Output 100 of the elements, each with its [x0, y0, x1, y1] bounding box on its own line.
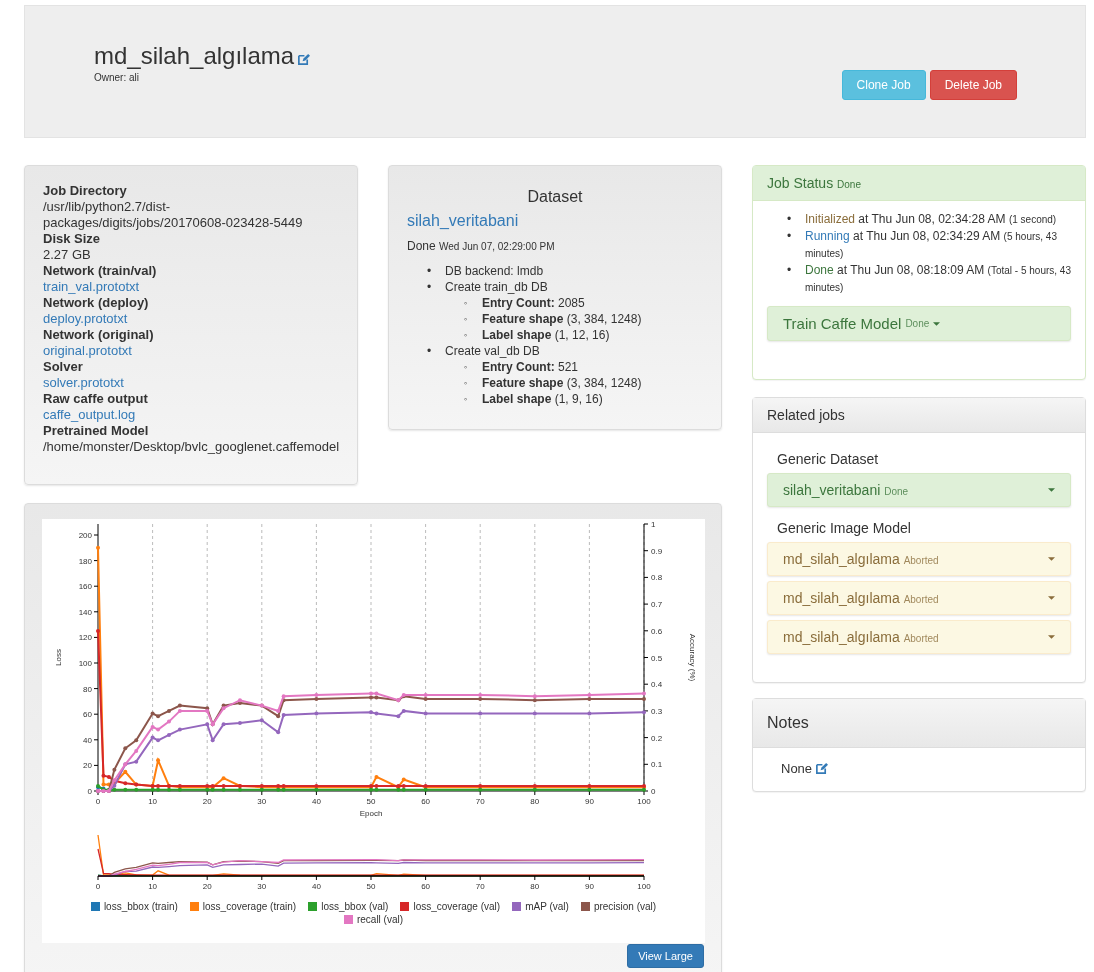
- job-dropdown[interactable]: silah_veritabani Done: [767, 473, 1071, 507]
- dataset-info: Entry Count: 521: [482, 359, 578, 375]
- detail-label: Solver: [43, 359, 84, 375]
- detail-value: /usr/lib/python2.7/dist-packages/digits/jobs/20170608-023428-5449: [43, 199, 304, 231]
- detail-value: 2.27 GB: [43, 247, 92, 263]
- tick-label: 140: [78, 607, 92, 617]
- bullet: ◦: [464, 361, 469, 374]
- tick-label: 80: [83, 684, 92, 694]
- tick-label: 0: [87, 787, 92, 796]
- bullet: •: [427, 279, 433, 295]
- edit-icon[interactable]: [297, 52, 311, 66]
- legend-label[interactable]: precision (val): [593, 901, 657, 912]
- tick-label: 70: [475, 797, 485, 806]
- dataset-heading: Dataset: [526, 188, 584, 206]
- legend-swatch: [189, 902, 199, 911]
- legend-swatch: [90, 902, 100, 911]
- job-dropdown[interactable]: md_silah_algılama Aborted: [767, 620, 1071, 654]
- tick-label: 20: [202, 797, 212, 806]
- tick-label: 30: [257, 797, 267, 806]
- caret-icon: [1048, 557, 1055, 561]
- legend-label[interactable]: recall (val): [356, 914, 404, 925]
- tick-label: 0.6: [651, 626, 663, 636]
- tick-label: 100: [78, 659, 92, 668]
- tick-label: 20: [202, 882, 212, 891]
- tick-label: 60: [83, 710, 92, 720]
- tick-label: 10: [148, 797, 158, 806]
- status-event: Initialized at Thu Jun 08, 02:34:28 AM (1 second): [805, 211, 1057, 228]
- tick-label: 40: [311, 797, 321, 806]
- caret-icon: [1048, 596, 1055, 600]
- detail-label: Pretrained Model: [43, 423, 150, 439]
- tick-label: 0.9: [651, 546, 663, 556]
- tick-label: 70: [475, 882, 485, 891]
- tick-label: 60: [421, 797, 431, 806]
- y-axis-title: Loss: [54, 649, 63, 666]
- legend-label[interactable]: loss_bbox (val): [321, 901, 389, 912]
- legend-swatch: [343, 915, 353, 924]
- owner-label: Owner: ali: [94, 72, 140, 83]
- file-link[interactable]: deploy.prototxt: [43, 311, 128, 326]
- tick-label: 50: [366, 797, 376, 806]
- view-large-button[interactable]: View Large: [627, 944, 704, 968]
- dataset-info: Create val_db DB: [445, 343, 540, 359]
- file-link[interactable]: caffe_output.log: [43, 407, 136, 422]
- tick-label: 0.8: [651, 573, 663, 583]
- caret-icon: [1048, 488, 1055, 492]
- panel-title: Job Status: [767, 175, 834, 191]
- legend-swatch: [580, 902, 590, 911]
- bullet: •: [787, 262, 793, 279]
- bullet: ◦: [464, 313, 469, 326]
- tick-label: 120: [78, 633, 92, 643]
- tick-label: 0.7: [651, 600, 663, 610]
- dataset-time: Wed Jun 07, 02:29:00 PM: [439, 241, 555, 252]
- legend-label[interactable]: loss_bbox (train): [103, 901, 178, 912]
- tick-label: 0: [95, 797, 101, 806]
- legend-label[interactable]: loss_coverage (val): [413, 901, 501, 912]
- tick-label: 0: [651, 787, 656, 796]
- tick-label: 0.3: [651, 706, 663, 716]
- group-heading: Generic Dataset: [776, 450, 880, 469]
- legend-label[interactable]: loss_coverage (train): [202, 901, 297, 912]
- dataset-info: DB backend: lmdb: [445, 263, 544, 279]
- tick-label: 0: [95, 882, 101, 891]
- tick-label: 30: [257, 882, 267, 891]
- legend-label[interactable]: mAP (val): [525, 901, 569, 912]
- task-dropdown[interactable]: Train Caffe Model Done: [767, 306, 1071, 341]
- bullet: ◦: [464, 393, 469, 406]
- detail-label: Disk Size: [43, 231, 102, 247]
- y2-axis-title: Accuracy (%): [688, 633, 697, 682]
- detail-label: Network (deploy): [43, 295, 150, 311]
- file-link[interactable]: train_val.prototxt: [43, 279, 140, 294]
- job-dropdown[interactable]: md_silah_algılama Aborted: [767, 581, 1071, 615]
- tick-label: 0.1: [651, 760, 663, 770]
- job-dropdown[interactable]: md_silah_algılama Aborted: [767, 542, 1071, 576]
- detail-label: Job Directory: [43, 183, 128, 199]
- tick-label: 80: [530, 882, 540, 891]
- dataset-link[interactable]: silah_veritabani: [407, 212, 519, 230]
- delete-button[interactable]: Delete Job: [929, 70, 1017, 100]
- status-event: Done at Thu Jun 08, 08:18:09 AM (Total - 5 hours, 43 minutes): [805, 262, 1071, 295]
- tick-label: 160: [78, 582, 92, 592]
- tick-label: 20: [83, 761, 92, 771]
- tick-label: 100: [637, 882, 651, 891]
- edit-icon[interactable]: [815, 762, 829, 775]
- dataset-info: Label shape (1, 9, 16): [482, 391, 603, 407]
- tick-label: 50: [366, 882, 376, 891]
- dataset-info: Feature shape (3, 384, 1248): [482, 375, 642, 391]
- tick-label: 40: [83, 735, 92, 745]
- file-link[interactable]: original.prototxt: [43, 343, 132, 358]
- dataset-info: Feature shape (3, 384, 1248): [482, 311, 642, 327]
- tick-label: 10: [148, 882, 158, 891]
- file-link[interactable]: solver.prototxt: [43, 375, 124, 390]
- tick-label: 0.2: [651, 733, 663, 743]
- job-title: md_silah_algılama: [94, 42, 295, 70]
- tick-label: 90: [584, 797, 594, 806]
- detail-value: /home/monster/Desktop/bvlc_googlenet.caffemodel: [43, 439, 339, 455]
- tick-label: 180: [78, 556, 92, 566]
- dataset-info: Entry Count: 2085: [482, 295, 585, 311]
- dataset-status: Done: [407, 239, 436, 253]
- tick-label: 200: [78, 531, 92, 540]
- detail-label: Raw caffe output: [43, 391, 149, 407]
- dataset-info: Create train_db DB: [445, 279, 548, 295]
- bullet: ◦: [464, 297, 469, 310]
- bullet: •: [427, 343, 433, 359]
